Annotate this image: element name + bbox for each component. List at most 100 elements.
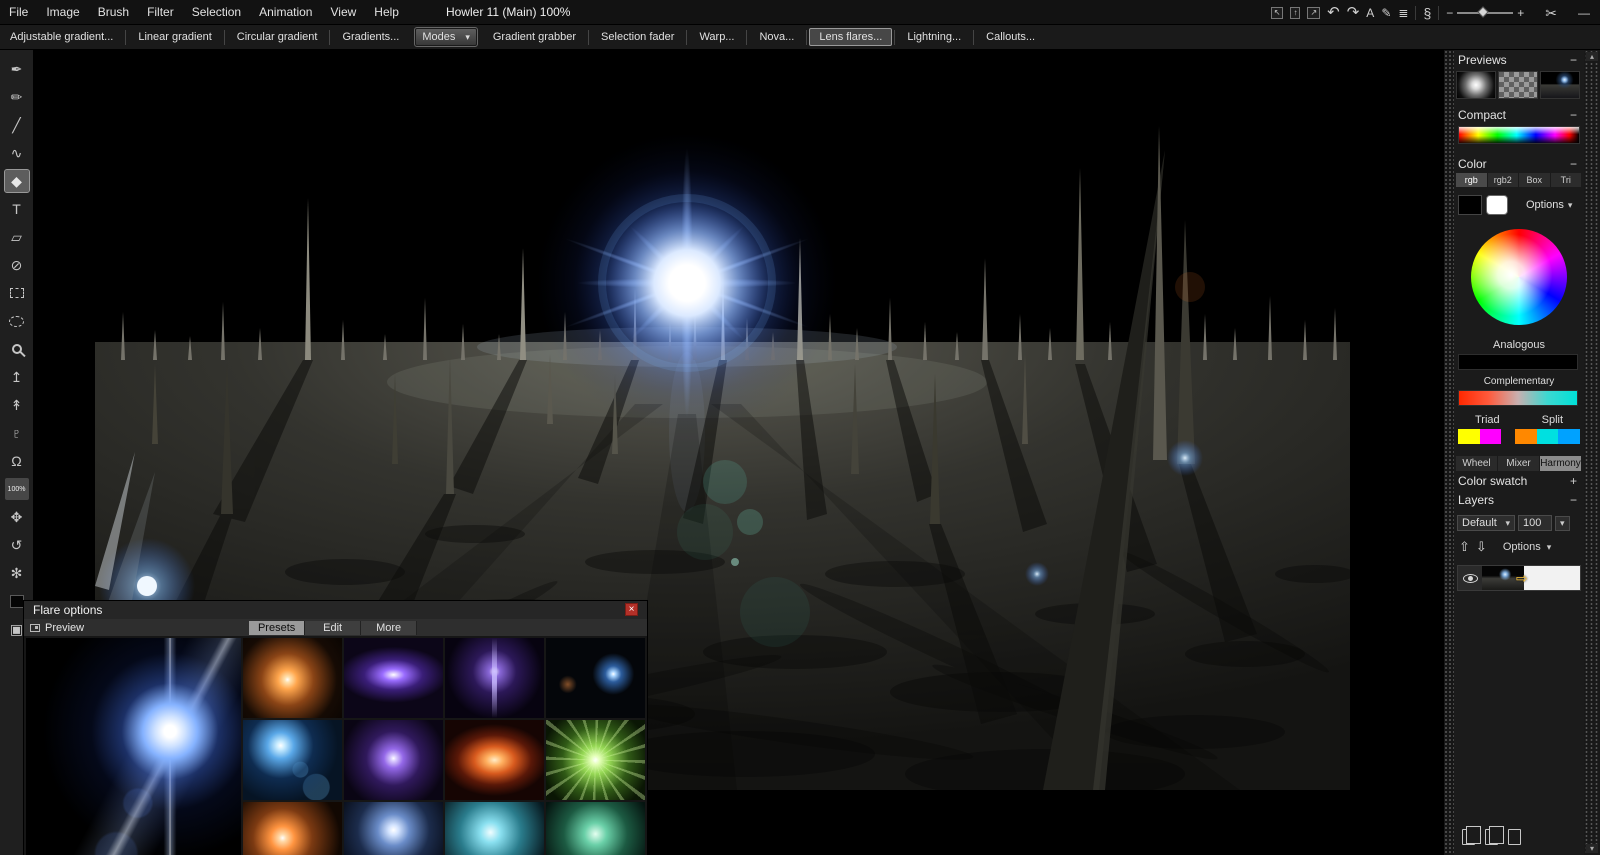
checker-preview-thumb[interactable] [1498,71,1538,99]
fill-tool[interactable]: ◆ [5,170,29,192]
warp-button[interactable]: Warp... [689,28,744,46]
zoom-out-icon[interactable]: − [1446,7,1453,19]
lasso-tool[interactable]: Ω [5,450,29,472]
complementary-bar[interactable] [1458,390,1578,406]
tab-mixer[interactable]: Mixer [1498,456,1540,471]
flare-preset-thumb[interactable] [546,802,645,855]
selection-fader-button[interactable]: Selection fader [591,28,684,46]
new-layer-button[interactable] [1508,829,1521,845]
flare-preset-thumb[interactable] [344,802,443,855]
dialog-titlebar[interactable]: Flare options × [24,601,647,619]
blend-mode-dropdown[interactable]: Default▾ [1457,515,1515,531]
rect-select-tool[interactable] [5,282,29,304]
minimize-icon[interactable]: — [1578,7,1590,19]
secondary-color-swatch[interactable] [1486,195,1508,215]
layer-row[interactable]: ⇨ [1457,565,1581,591]
menu-view[interactable]: View [321,5,365,19]
magnifier-tool[interactable] [5,338,29,360]
menu-animation[interactable]: Animation [250,5,321,19]
zoom-readout[interactable]: 100% [5,478,29,500]
menu-brush[interactable]: Brush [89,5,138,19]
close-icon[interactable]: × [625,603,638,616]
menu-help[interactable]: Help [365,5,408,19]
tab-wheel[interactable]: Wheel [1456,456,1498,471]
grab-window-icon-3[interactable]: ↗ [1307,7,1320,19]
callouts-button[interactable]: Callouts... [976,28,1045,46]
harmony-swatch[interactable] [1537,429,1559,444]
flare-preset-thumb[interactable] [243,638,342,718]
menu-image[interactable]: Image [37,5,88,19]
tool-icon[interactable]: ✂ [1545,6,1557,20]
menu-filter[interactable]: Filter [138,5,183,19]
no-selection-tool[interactable]: ⊘ [5,254,29,276]
scroll-down-icon[interactable]: ▾ [1586,844,1598,853]
spark-tool[interactable]: ✻ [5,562,29,584]
spline-icon[interactable]: § [1423,6,1431,20]
flare-preset-thumb[interactable] [243,802,342,855]
tab-rgb[interactable]: rgb [1456,173,1488,187]
flare-preset-thumb[interactable] [344,720,443,800]
flare-preview[interactable] [26,638,241,855]
layers-options-dropdown[interactable]: Options [1503,541,1541,553]
opacity-dropdown-button[interactable]: ▾ [1555,516,1570,531]
tab-more[interactable]: More [361,621,417,635]
panel-scrollbar[interactable]: ▴ ▾ [1584,50,1600,855]
linear-gradient-button[interactable]: Linear gradient [128,28,221,46]
flare-preset-thumb[interactable] [546,638,645,718]
compact-color-bar[interactable] [1458,126,1580,144]
tab-harmony[interactable]: Harmony [1540,456,1582,471]
duplicate-layer-button[interactable] [1462,829,1475,845]
analogous-bar[interactable] [1458,354,1578,370]
curve-tool[interactable]: ∿ [5,142,29,164]
lens-flares-button[interactable]: Lens flares... [809,28,892,46]
modes-dropdown[interactable]: Modes▾ [415,28,477,46]
harmony-swatch[interactable] [1458,429,1480,444]
scroll-up-icon[interactable]: ▴ [1586,52,1598,61]
tab-edit[interactable]: Edit [305,621,361,635]
adjustable-gradient-button[interactable]: Adjustable gradient... [0,28,123,46]
nova-button[interactable]: Nova... [749,28,804,46]
harmony-swatch[interactable] [1558,429,1580,444]
pen-tool[interactable]: ✒ [5,58,29,80]
flare-preset-thumb[interactable] [546,720,645,800]
layer-up-button[interactable]: ⇧ [1459,539,1470,555]
menu-selection[interactable]: Selection [183,5,250,19]
tab-box[interactable]: Box [1519,173,1551,187]
harmony-swatch[interactable] [1480,429,1502,444]
move-tool[interactable]: ✥ [5,506,29,528]
flare-preset-thumb[interactable] [243,720,342,800]
chevron-down-icon[interactable]: ▾ [1568,200,1573,211]
opacity-field[interactable]: 100 [1518,515,1552,531]
color-wheel[interactable] [1471,229,1567,325]
color-swatch-expand-button[interactable]: + [1570,474,1577,488]
harmony-swatch[interactable] [1515,429,1537,444]
tab-presets[interactable]: Presets [249,621,305,635]
layer-visibility-toggle[interactable] [1458,566,1482,590]
brush-tool[interactable]: ✏ [5,86,29,108]
gradients-button[interactable]: Gradients... [332,28,409,46]
flare-preset-thumb[interactable] [445,720,544,800]
color-collapse-button[interactable]: − [1570,157,1577,171]
gradient-preview-thumb[interactable] [1456,71,1496,99]
text-arrange-icon[interactable]: A [1366,7,1374,19]
scene-preview-thumb[interactable] [1540,71,1580,99]
layer-down-button[interactable]: ⇩ [1476,539,1487,555]
ellipse-select-tool[interactable] [5,310,29,332]
lightning-button[interactable]: Lightning... [897,28,971,46]
color-options-dropdown[interactable]: Options [1526,199,1564,211]
shear-tool[interactable]: ▱ [5,226,29,248]
zoom-in-icon[interactable]: + [1517,7,1524,19]
pin-tool[interactable]: ♇ [5,422,29,444]
menu-file[interactable]: File [0,5,37,19]
undo-tool[interactable]: ↺ [5,534,29,556]
compact-collapse-button[interactable]: − [1570,108,1577,122]
zoom-slider-handle[interactable] [1478,6,1489,17]
zoom-slider-track[interactable] [1457,12,1513,14]
primary-color-swatch[interactable] [1458,195,1482,215]
flare-preset-thumb[interactable] [344,638,443,718]
panel-divider[interactable] [1444,50,1454,855]
copy-layer-button[interactable] [1485,829,1498,845]
text-tool[interactable]: T [5,198,29,220]
grab-window-icon-1[interactable]: ↖ [1271,7,1284,19]
pencil-icon[interactable]: ✎ [1381,7,1391,19]
